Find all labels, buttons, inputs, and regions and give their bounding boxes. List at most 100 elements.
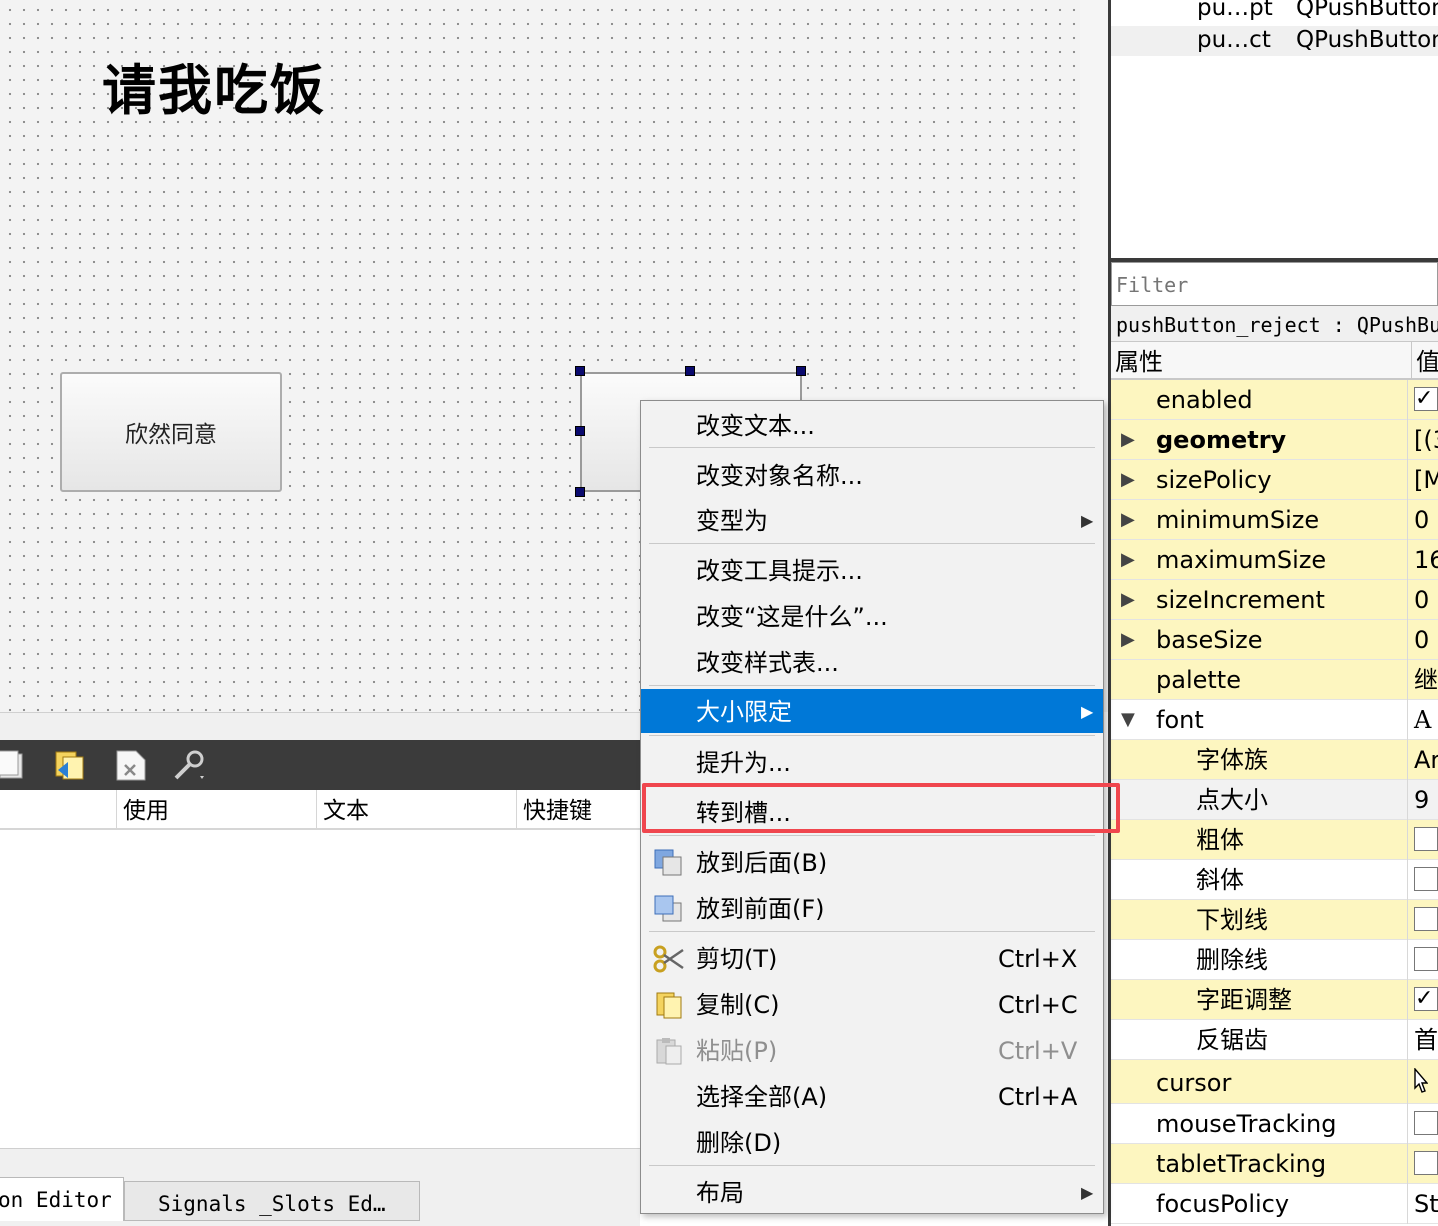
object-inspector: pu…pt QPushButton pu…ct QPushButton bbox=[1111, 0, 1438, 258]
copy-icon bbox=[656, 992, 682, 1019]
checkbox[interactable]: ✓ bbox=[1414, 387, 1438, 411]
tab-signals-slots-editor[interactable]: Signals _Slots Ed… bbox=[124, 1181, 420, 1221]
property-row-sizepolicy[interactable]: ▶ sizePolicy [M bbox=[1111, 460, 1438, 500]
checkbox[interactable] bbox=[1414, 907, 1438, 931]
property-row-minimumsize[interactable]: ▶ minimumSize 0 bbox=[1111, 500, 1438, 540]
tab-action-editor[interactable]: on Editor bbox=[0, 1177, 124, 1221]
send-to-back-icon bbox=[654, 849, 682, 876]
property-row-focuspolicy[interactable]: focusPolicy St bbox=[1111, 1184, 1438, 1224]
property-row-sizeincrement[interactable]: ▶ sizeIncrement 0 bbox=[1111, 580, 1438, 620]
checkbox[interactable]: ✓ bbox=[1414, 987, 1438, 1011]
property-row-basesize[interactable]: ▶ baseSize 0 bbox=[1111, 620, 1438, 660]
menu-item-bring-to-front[interactable]: 放到前面(F) bbox=[641, 886, 1103, 930]
checkbox[interactable] bbox=[1414, 947, 1438, 971]
menu-item-size-constraints[interactable]: 大小限定 ▶ bbox=[641, 689, 1103, 733]
property-table: enabled ✓ ▶ geometry [(3 ▶ sizePolicy [M… bbox=[1111, 380, 1438, 1226]
property-row-underline[interactable]: 下划线 bbox=[1111, 900, 1438, 940]
arrow-cursor-icon bbox=[1414, 1067, 1429, 1093]
expand-arrow-icon[interactable]: ▶ bbox=[1121, 628, 1141, 652]
menu-item-change-object-name[interactable]: 改变对象名称... bbox=[641, 453, 1103, 497]
property-row-point-size[interactable]: 点大小 9 bbox=[1111, 780, 1438, 820]
accept-button[interactable]: 欣然同意 bbox=[60, 372, 282, 492]
property-row-mousetracking[interactable]: mouseTracking bbox=[1111, 1104, 1438, 1144]
checkbox[interactable] bbox=[1414, 867, 1438, 891]
menu-item-delete[interactable]: 删除(D) bbox=[641, 1120, 1103, 1164]
menu-separator bbox=[649, 1165, 1095, 1166]
menu-item-layout[interactable]: 布局 ▶ bbox=[641, 1170, 1103, 1214]
selection-handle-bottom-left[interactable] bbox=[575, 487, 585, 497]
menu-item-select-all[interactable]: 选择全部(A) Ctrl+A bbox=[641, 1074, 1103, 1118]
submenu-arrow-icon: ▶ bbox=[1081, 511, 1094, 530]
submenu-arrow-icon: ▶ bbox=[1081, 702, 1094, 721]
property-row-font[interactable]: ▼ font A bbox=[1111, 700, 1438, 740]
menu-separator bbox=[649, 835, 1095, 836]
object-row-selected[interactable]: pu…ct QPushButton bbox=[1111, 26, 1438, 56]
menu-item-change-text[interactable]: 改变文本... bbox=[641, 403, 1103, 447]
property-row-italic[interactable]: 斜体 bbox=[1111, 860, 1438, 900]
menu-item-promote-to[interactable]: 提升为... bbox=[641, 740, 1103, 784]
column-text[interactable]: 文本 bbox=[316, 790, 516, 830]
form-title-label[interactable]: 请我吃饭 bbox=[102, 46, 326, 125]
property-row-bold[interactable]: 粗体 bbox=[1111, 820, 1438, 860]
menu-separator bbox=[649, 735, 1095, 736]
column-used[interactable]: 使用 bbox=[116, 790, 316, 830]
selection-handle-top-left[interactable] bbox=[575, 366, 585, 376]
header-property[interactable]: 属性 bbox=[1115, 342, 1163, 382]
action-list[interactable] bbox=[0, 830, 640, 1148]
go-to-slot-annotation-box bbox=[642, 783, 1120, 833]
action-table-header: 使用 文本 快捷键 bbox=[0, 790, 640, 830]
menu-item-change-stylesheet[interactable]: 改变样式表... bbox=[641, 640, 1103, 684]
property-row-font-family[interactable]: 字体族 Ar bbox=[1111, 740, 1438, 780]
submenu-arrow-icon: ▶ bbox=[1081, 1183, 1094, 1202]
selection-handle-left[interactable] bbox=[575, 426, 585, 436]
property-row-enabled[interactable]: enabled ✓ bbox=[1111, 380, 1438, 420]
property-object-label: pushButton_reject : QPushButton bbox=[1111, 306, 1438, 342]
configure-action-icon[interactable] bbox=[172, 748, 206, 782]
delete-action-icon[interactable] bbox=[114, 748, 148, 782]
property-row-antialiasing[interactable]: 反锯齿 首 bbox=[1111, 1020, 1438, 1060]
menu-separator bbox=[649, 543, 1095, 544]
menu-item-morph-into[interactable]: 变型为 ▶ bbox=[641, 498, 1103, 542]
checkbox[interactable] bbox=[1414, 1111, 1438, 1135]
column-shortcut[interactable]: 快捷键 bbox=[516, 790, 640, 830]
canvas-horizontal-scrollbar[interactable] bbox=[0, 712, 640, 740]
object-row[interactable]: pu…pt QPushButton bbox=[1111, 0, 1438, 24]
selection-handle-top[interactable] bbox=[685, 366, 695, 376]
menu-separator bbox=[649, 447, 1095, 448]
copy-action-icon[interactable] bbox=[52, 748, 86, 782]
bring-to-front-icon bbox=[654, 895, 682, 922]
expand-arrow-icon[interactable]: ▶ bbox=[1121, 468, 1141, 492]
menu-item-send-to-back[interactable]: 放到后面(B) bbox=[641, 840, 1103, 884]
property-table-header: 属性 值 bbox=[1111, 342, 1438, 380]
property-row-strikeout[interactable]: 删除线 bbox=[1111, 940, 1438, 980]
checkbox[interactable] bbox=[1414, 1151, 1438, 1175]
scissors-icon bbox=[653, 945, 684, 973]
property-row-cursor[interactable]: cursor bbox=[1111, 1060, 1438, 1104]
property-row-kerning[interactable]: 字距调整 ✓ bbox=[1111, 980, 1438, 1020]
property-filter-input[interactable] bbox=[1116, 270, 1426, 300]
menu-item-copy[interactable]: 复制(C) Ctrl+C bbox=[641, 982, 1103, 1026]
menu-item-change-whats-this[interactable]: 改变“这是什么”... bbox=[641, 594, 1103, 638]
menu-item-cut[interactable]: 剪切(T) Ctrl+X bbox=[641, 936, 1103, 980]
property-row-maximumsize[interactable]: ▶ maximumSize 16 bbox=[1111, 540, 1438, 580]
expand-arrow-icon[interactable]: ▶ bbox=[1121, 428, 1141, 452]
property-row-geometry[interactable]: ▶ geometry [(3 bbox=[1111, 420, 1438, 460]
menu-item-change-tooltip[interactable]: 改变工具提示... bbox=[641, 548, 1103, 592]
menu-item-paste-disabled: 粘贴(P) Ctrl+V bbox=[641, 1028, 1103, 1072]
bottom-dock-tabs: on Editor Signals _Slots Ed… bbox=[0, 1148, 640, 1226]
property-row-palette[interactable]: palette 继 bbox=[1111, 660, 1438, 700]
header-value[interactable]: 值 bbox=[1411, 342, 1438, 380]
expand-arrow-icon[interactable]: ▶ bbox=[1121, 588, 1141, 612]
menu-separator bbox=[649, 931, 1095, 932]
action-editor-toolbar bbox=[0, 740, 640, 790]
collapse-arrow-icon[interactable]: ▼ bbox=[1121, 708, 1141, 732]
property-row-tablettracking[interactable]: tabletTracking bbox=[1111, 1144, 1438, 1184]
checkbox[interactable] bbox=[1414, 827, 1438, 851]
expand-arrow-icon[interactable]: ▶ bbox=[1121, 508, 1141, 532]
selection-handle-top-right[interactable] bbox=[796, 366, 806, 376]
paste-icon bbox=[656, 1038, 682, 1065]
expand-arrow-icon[interactable]: ▶ bbox=[1121, 548, 1141, 572]
new-action-icon[interactable] bbox=[0, 748, 28, 782]
property-filter-box bbox=[1111, 262, 1438, 306]
menu-separator bbox=[649, 685, 1095, 686]
